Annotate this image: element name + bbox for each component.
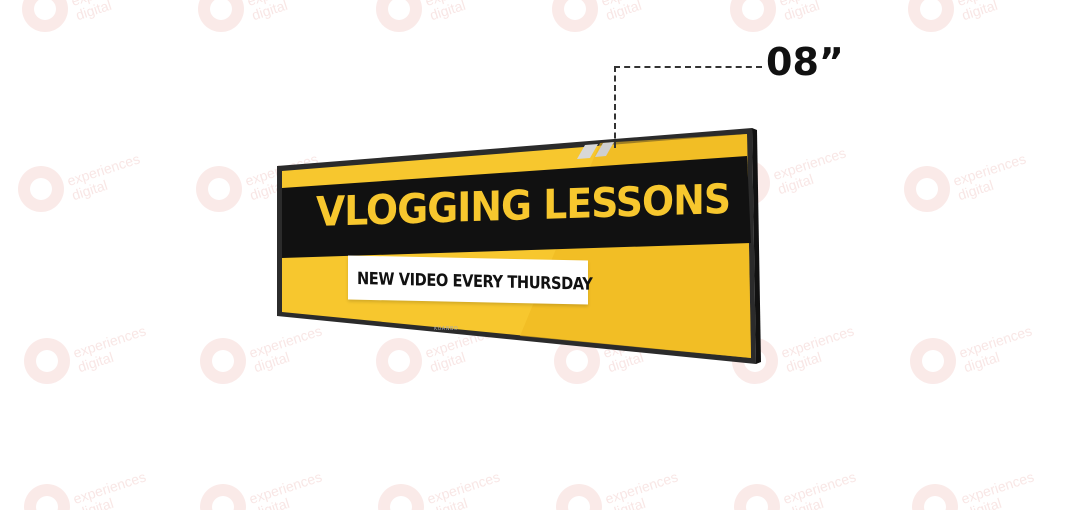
dimension-label: 08” bbox=[766, 40, 844, 84]
dimension-line-horizontal bbox=[614, 66, 762, 68]
bezel-brand: KUANBO bbox=[434, 326, 459, 332]
product-image: experiences digital experiences digital … bbox=[0, 0, 1070, 510]
dimension-line-vertical bbox=[614, 66, 616, 148]
stretched-bar-display bbox=[277, 128, 761, 364]
